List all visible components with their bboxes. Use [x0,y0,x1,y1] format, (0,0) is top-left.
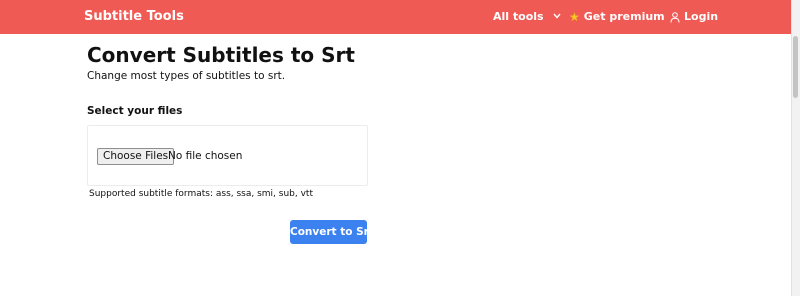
login-link[interactable]: Login [670,10,718,24]
login-label: Login [684,10,719,23]
brand-logo-text[interactable]: Subtitle Tools [84,9,184,25]
choose-files-button[interactable]: Choose Files [97,148,175,165]
scrollbar-thumb[interactable] [793,36,798,98]
page-scrollbar[interactable] [791,0,800,296]
file-status-text: No file chosen [168,150,243,162]
user-icon [670,11,680,23]
get-premium-link[interactable]: ★ Get premium [569,10,665,24]
star-icon: ★ [569,10,580,24]
all-tools-menu[interactable]: All tools [493,10,561,24]
top-navbar: Subtitle Tools All tools ★ Get premium L… [0,0,792,34]
select-files-label: Select your files [87,105,183,117]
supported-formats-note: Supported subtitle formats: ass, ssa, sm… [89,189,313,199]
chevron-down-icon [553,10,561,24]
page-title: Convert Subtitles to Srt [87,43,355,67]
file-upload-area: Choose Files No file chosen [87,125,368,186]
page-subtitle: Change most types of subtitles to srt. [87,70,286,82]
get-premium-label: Get premium [583,10,665,23]
convert-to-srt-button[interactable]: Convert to Srt [290,220,374,244]
all-tools-label: All tools [493,10,544,23]
